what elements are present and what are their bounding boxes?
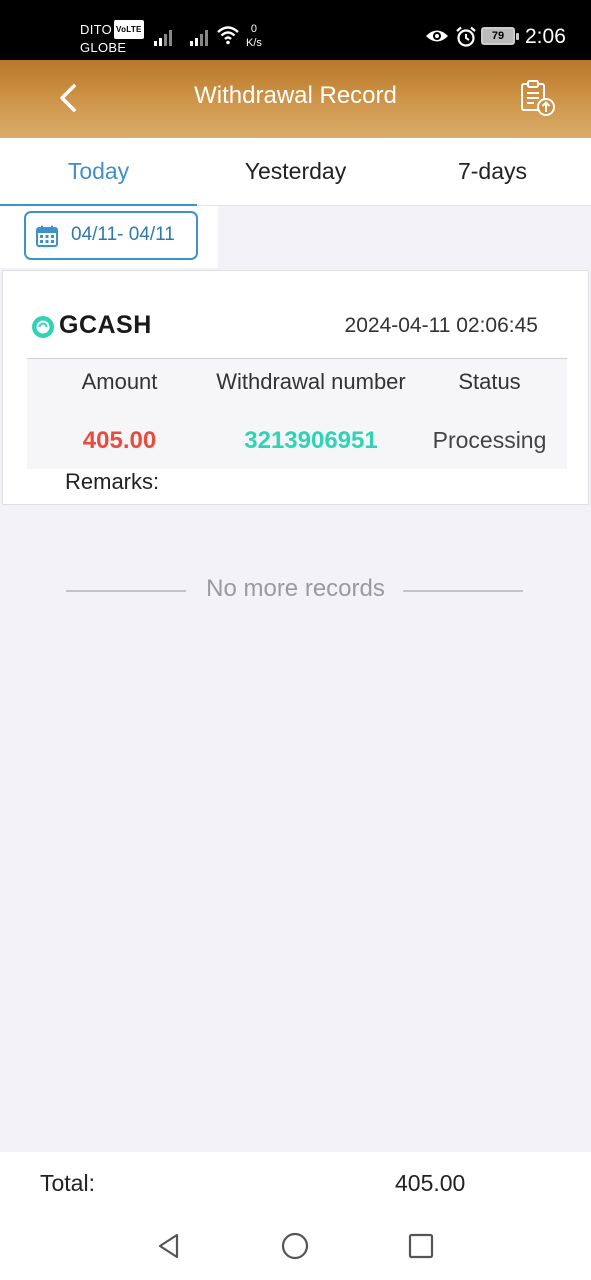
record-details: Amount Withdrawal number Status 405.00 3… xyxy=(27,359,567,469)
alarm-icon xyxy=(456,26,476,47)
volte-badge: VoLTE xyxy=(114,20,144,39)
app-header: Withdrawal Record xyxy=(0,60,591,138)
header-withdrawal-number: Withdrawal number xyxy=(216,369,406,394)
nav-back-icon[interactable] xyxy=(153,1230,185,1262)
net-speed: 0 K/s xyxy=(246,22,262,50)
status-value: Processing xyxy=(432,427,547,453)
payment-method: GCASH xyxy=(59,311,152,339)
nav-home-icon[interactable] xyxy=(279,1230,311,1262)
page-title: Withdrawal Record xyxy=(194,82,397,109)
nav-recents-icon[interactable] xyxy=(405,1230,437,1262)
eye-icon xyxy=(426,30,448,42)
net-speed-value: 0 xyxy=(250,23,258,35)
signal-icon-2 xyxy=(190,30,208,46)
date-range-button[interactable]: 04/11- 04/11 xyxy=(24,211,198,260)
total-value: 405.00 xyxy=(395,1170,466,1196)
no-more-text: No more records xyxy=(206,575,385,602)
clock: 2:06 xyxy=(525,25,566,48)
tab-7-days[interactable]: 7-days xyxy=(394,138,591,206)
battery-indicator: 79 xyxy=(481,27,519,45)
amount-value: 405.00 xyxy=(82,427,157,454)
divider-right xyxy=(403,590,523,592)
system-nav-bar xyxy=(0,1216,591,1280)
net-speed-unit: K/s xyxy=(246,37,262,49)
status-right: 79 2:06 xyxy=(411,0,591,60)
total-footer: Total: 405.00 xyxy=(0,1152,591,1216)
calendar-icon xyxy=(36,225,58,247)
tab-yesterday[interactable]: Yesterday xyxy=(197,138,394,206)
header-amount: Amount xyxy=(81,369,158,394)
gcash-logo-icon xyxy=(32,316,54,338)
record-card[interactable]: GCASH 2024-04-11 02:06:45 Amount Withdra… xyxy=(2,270,589,505)
header-status: Status xyxy=(458,369,521,394)
signal-icon xyxy=(154,30,172,46)
total-label: Total: xyxy=(40,1170,95,1196)
no-more-records: No more records xyxy=(0,573,591,609)
date-range-text: 04/11- 04/11 xyxy=(71,224,175,245)
carrier-info: DITO VoLTE GLOBE xyxy=(80,20,144,56)
date-tabs: Today Yesterday 7-days xyxy=(0,138,591,207)
tab-today[interactable]: Today xyxy=(0,138,197,207)
withdrawal-number-value: 3213906951 xyxy=(244,427,378,454)
date-filter-bar: 04/11- 04/11 xyxy=(0,206,218,268)
carrier-globe: GLOBE xyxy=(80,40,127,55)
wifi-icon xyxy=(217,26,239,45)
clipboard-upload-icon[interactable] xyxy=(518,78,558,118)
remarks-label: Remarks: xyxy=(65,469,160,494)
status-bar: DITO VoLTE GLOBE 0 K/s 79 2:06 xyxy=(0,0,591,60)
carrier-dito: DITO xyxy=(80,22,113,37)
record-datetime: 2024-04-11 02:06:45 xyxy=(344,314,538,337)
